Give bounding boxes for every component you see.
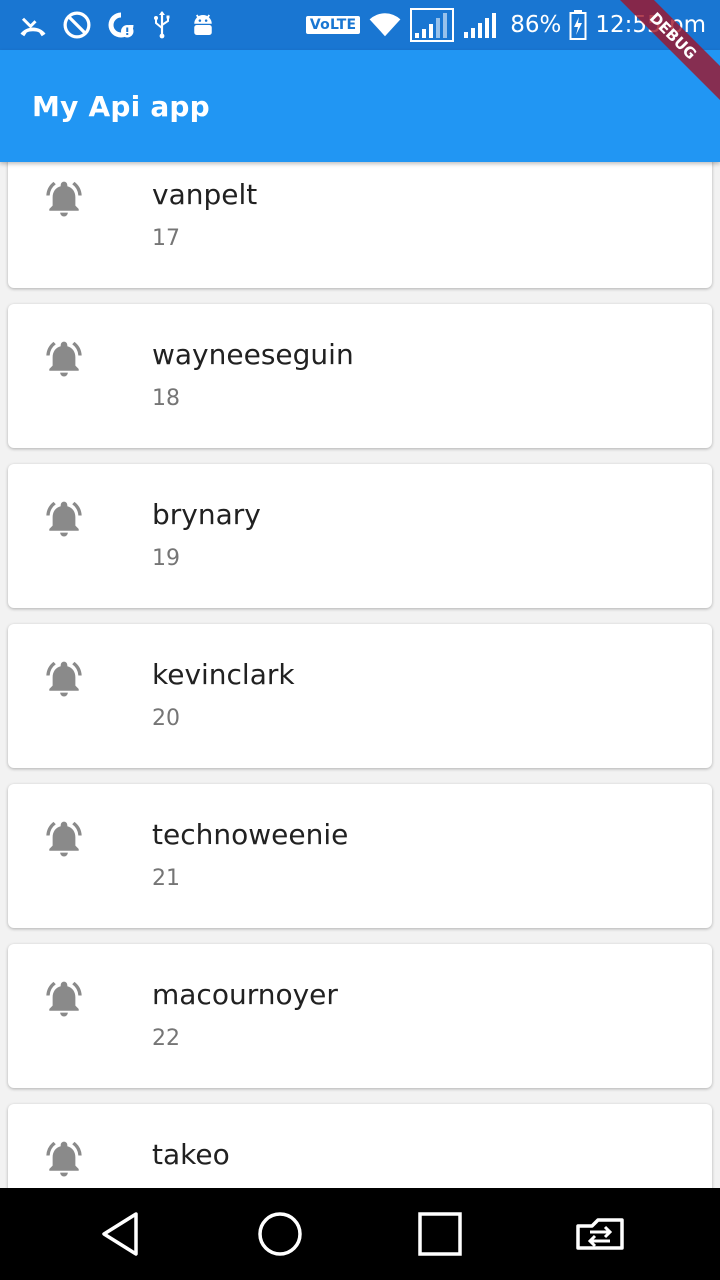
battery-percentage: 86% (510, 12, 562, 38)
notification-active-icon (46, 501, 82, 537)
notification-active-icon (46, 981, 82, 1017)
list-item-title: macournoyer (152, 978, 338, 1011)
list-item-title: kevinclark (152, 658, 295, 691)
missed-call-icon (18, 10, 48, 40)
app-title: My Api app (32, 89, 210, 123)
notification-active-icon (46, 1141, 82, 1177)
user-list-inner: vanpelt 17 wayneeseguin 18 brynary 19 kevincla… (8, 162, 712, 1188)
notification-active-icon (46, 821, 82, 857)
back-button[interactable] (80, 1194, 160, 1274)
system-nav-bar (0, 1188, 720, 1280)
list-item-title: technoweenie (152, 818, 349, 851)
notification-active-icon (46, 661, 82, 697)
list-item[interactable]: takeo (8, 1104, 712, 1188)
wifi-icon (368, 11, 402, 39)
list-item[interactable]: macournoyer 22 (8, 944, 712, 1088)
battery-charging-icon (569, 9, 587, 41)
list-item-title: brynary (152, 498, 261, 531)
list-item-subtitle: 22 (152, 1026, 180, 1051)
list-item-subtitle: 19 (152, 546, 180, 571)
android-debug-icon (188, 10, 218, 40)
back-icon (102, 1212, 138, 1256)
switch-sim-icon (576, 1218, 624, 1250)
user-list[interactable]: vanpelt 17 wayneeseguin 18 brynary 19 kevincla… (0, 162, 720, 1188)
home-icon (258, 1212, 302, 1256)
switch-sim-button[interactable] (560, 1194, 640, 1274)
usb-icon (150, 10, 174, 40)
clock-time: 12:55 pm (595, 12, 706, 38)
do-not-disturb-icon (62, 10, 92, 40)
list-item[interactable]: technoweenie 21 (8, 784, 712, 928)
list-item[interactable]: kevinclark 20 (8, 624, 712, 768)
list-item-subtitle: 17 (152, 226, 180, 251)
list-item[interactable]: brynary 19 (8, 464, 712, 608)
list-item-title: wayneeseguin (152, 338, 354, 371)
signal-sim1-icon (410, 8, 455, 42)
recents-button[interactable] (400, 1194, 480, 1274)
notification-active-icon (46, 181, 82, 217)
app-screen: VoLTE 86% 12:55 pm My Api app DEBUG vanp… (0, 0, 720, 1280)
status-right-icons: VoLTE 86% 12:55 pm (305, 8, 706, 42)
volte-badge: VoLTE (305, 16, 361, 34)
notification-active-icon (46, 341, 82, 377)
list-item[interactable]: vanpelt 17 (8, 162, 712, 288)
home-button[interactable] (240, 1194, 320, 1274)
list-item-subtitle: 21 (152, 866, 180, 891)
signal-sim2-icon (462, 10, 502, 40)
data-saver-icon (106, 10, 136, 40)
recents-icon (418, 1212, 462, 1256)
list-item[interactable]: wayneeseguin 18 (8, 304, 712, 448)
list-item-subtitle: 18 (152, 386, 180, 411)
status-left-icons (18, 10, 218, 40)
status-bar: VoLTE 86% 12:55 pm (0, 0, 720, 50)
list-item-subtitle: 20 (152, 706, 180, 731)
app-bar: My Api app (0, 50, 720, 162)
list-item-title: takeo (152, 1138, 230, 1171)
list-item-title: vanpelt (152, 178, 258, 211)
